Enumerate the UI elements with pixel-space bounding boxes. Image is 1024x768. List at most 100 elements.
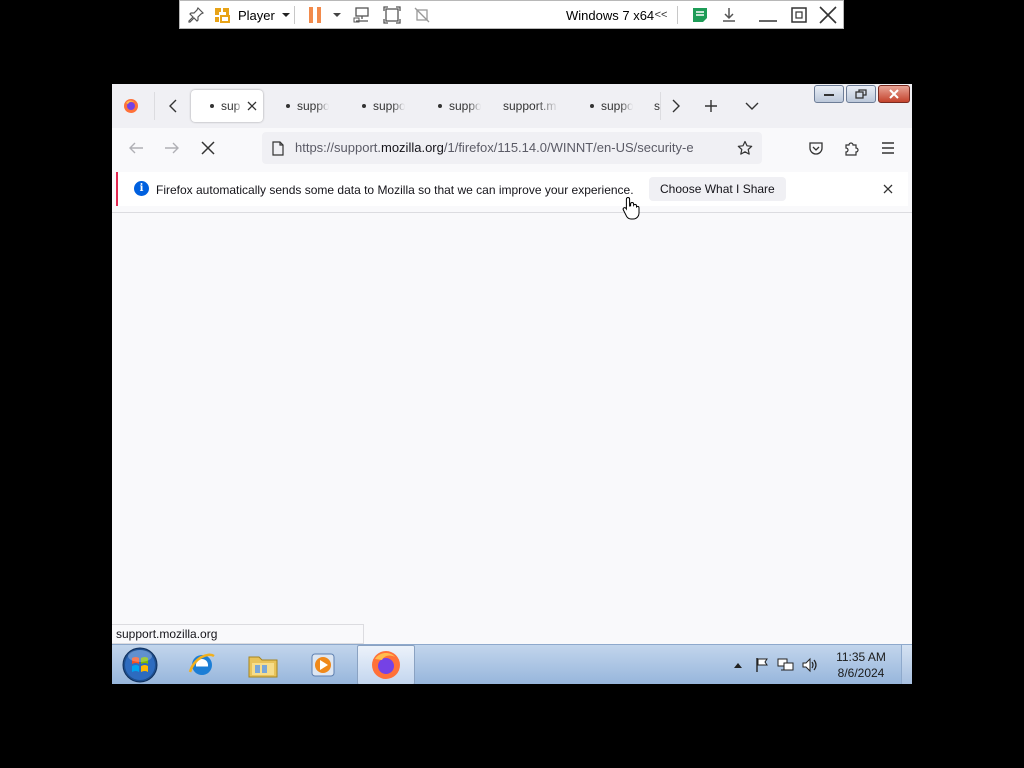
stop-loading-button[interactable]	[196, 136, 220, 160]
internet-explorer-icon	[188, 653, 215, 675]
url-prefix: https://support.	[295, 140, 381, 155]
chevron-left-icon	[169, 99, 177, 113]
notification-message: Firefox automatically sends some data to…	[156, 183, 634, 197]
pause-icon	[309, 7, 321, 23]
url-text[interactable]: https://support.mozilla.org/1/firefox/11…	[295, 140, 728, 155]
clock-time: 11:35 AM	[836, 650, 886, 664]
taskbar-clock[interactable]: 11:35 AM 8/6/2024	[828, 649, 894, 681]
fullscreen-button[interactable]	[380, 1, 404, 29]
collapse-toolbar-button[interactable]: <<	[650, 1, 672, 29]
pause-dropdown-button[interactable]	[328, 1, 346, 29]
restore-icon	[855, 89, 867, 99]
tab-active[interactable]: sup	[191, 90, 263, 122]
player-logo-icon	[210, 1, 234, 29]
restore-button[interactable]	[786, 1, 812, 29]
restore-icon	[791, 7, 807, 23]
tab-label: suppo	[373, 99, 405, 113]
tab[interactable]: suppo	[590, 90, 652, 122]
chevron-up-icon	[734, 663, 742, 668]
download-button[interactable]	[717, 1, 741, 29]
minimize-icon	[824, 94, 834, 96]
media-player-icon	[311, 653, 335, 677]
stop-icon	[201, 141, 215, 155]
tab-loading-dot	[210, 104, 214, 108]
plus-icon	[705, 100, 717, 112]
taskbar: 11:35 AM 8/6/2024	[112, 644, 912, 684]
data-collection-notification: i Firefox automatically sends some data …	[116, 172, 908, 206]
pocket-button[interactable]	[804, 136, 828, 160]
taskbar-firefox[interactable]	[357, 645, 415, 684]
pin-icon[interactable]	[184, 1, 208, 29]
url-domain: mozilla.org	[381, 140, 444, 155]
unity-icon	[414, 7, 430, 23]
scroll-tabs-left-button[interactable]	[161, 94, 185, 118]
taskbar-windows-explorer[interactable]	[237, 645, 289, 684]
close-button[interactable]	[815, 1, 841, 29]
chevron-down-icon	[745, 102, 759, 110]
close-notification-button[interactable]	[880, 181, 896, 197]
tab[interactable]: suppo	[362, 90, 424, 122]
tab[interactable]: suppo	[438, 90, 500, 122]
vmware-toolbar: Player Windows 7 x64 <<	[179, 0, 844, 29]
minimize-button[interactable]	[755, 1, 781, 29]
chevron-down-icon	[333, 13, 341, 17]
unity-button[interactable]	[410, 1, 434, 29]
choose-what-i-share-button[interactable]: Choose What I Share	[649, 177, 786, 201]
chevron-right-icon	[672, 99, 680, 113]
player-menu-label: Player	[238, 7, 275, 23]
tab[interactable]: suppo	[286, 90, 348, 122]
tab-strip: sup suppo suppo suppo support.m suppo s	[112, 84, 912, 128]
extensions-button[interactable]	[840, 136, 864, 160]
page-info-icon[interactable]	[270, 140, 286, 156]
taskbar-internet-explorer[interactable]	[176, 645, 228, 684]
clock-date: 8/6/2024	[837, 666, 885, 680]
puzzle-piece-icon	[845, 142, 859, 156]
fullscreen-icon	[383, 6, 401, 24]
window-close-button[interactable]	[878, 85, 910, 103]
close-icon	[889, 89, 899, 99]
download-icon	[723, 8, 735, 22]
vm-name: Windows 7 x64	[566, 7, 655, 23]
forward-arrow-icon	[165, 142, 179, 154]
url-bar[interactable]: https://support.mozilla.org/1/firefox/11…	[262, 132, 762, 164]
guest-screen: sup suppo suppo suppo support.m suppo s	[112, 84, 912, 684]
player-menu[interactable]: Player	[238, 1, 292, 29]
forward-button[interactable]	[160, 136, 184, 160]
notes-icon	[693, 8, 707, 22]
network-computer-icon	[353, 7, 369, 23]
scroll-tabs-right-button[interactable]	[664, 94, 688, 118]
hamburger-menu-icon	[882, 142, 894, 154]
list-all-tabs-button[interactable]	[740, 94, 764, 118]
tab-label: suppo	[297, 99, 329, 113]
taskbar-media-player[interactable]	[297, 645, 349, 684]
chevron-down-icon	[281, 13, 290, 17]
hand-cursor-icon	[622, 196, 640, 220]
close-icon	[883, 184, 893, 194]
send-ctrl-alt-del-button[interactable]	[350, 1, 374, 29]
notes-button[interactable]	[688, 1, 712, 29]
start-button[interactable]	[116, 645, 164, 684]
new-tab-button[interactable]	[699, 94, 723, 118]
window-minimize-button[interactable]	[814, 85, 844, 103]
windows-start-orb-icon	[122, 647, 158, 683]
tab-label: suppo	[601, 99, 633, 113]
volume-icon[interactable]	[800, 645, 820, 684]
action-center-flag-icon[interactable]	[752, 645, 772, 684]
close-tab-icon[interactable]	[247, 101, 257, 111]
window-restore-button[interactable]	[846, 85, 876, 103]
show-desktop-button[interactable]	[901, 645, 912, 684]
network-icon[interactable]	[776, 645, 796, 684]
firefox-icon	[372, 651, 400, 679]
bookmark-star-icon[interactable]	[736, 140, 754, 156]
window-controls	[812, 85, 910, 103]
minimize-icon	[759, 20, 777, 22]
show-hidden-icons-button[interactable]	[730, 645, 746, 684]
app-menu-button[interactable]	[876, 136, 900, 160]
tab[interactable]: support.m	[503, 90, 565, 122]
tab-label: sup	[221, 99, 241, 113]
back-button[interactable]	[124, 136, 148, 160]
navigation-toolbar: https://support.mozilla.org/1/firefox/11…	[112, 128, 912, 168]
tab-label: suppo	[449, 99, 481, 113]
pause-button[interactable]	[304, 1, 326, 29]
page-content[interactable]	[112, 212, 912, 645]
